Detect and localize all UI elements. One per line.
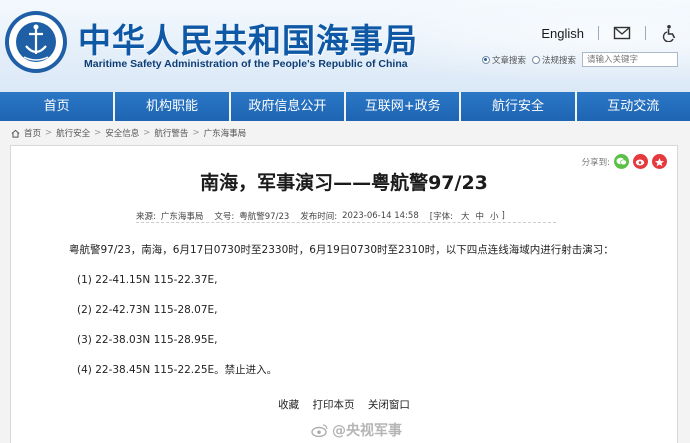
article-panel: 分享到: 南海，军事演习——粤航警97/23 来源: 广东海事局 文号: 粤航警…: [10, 145, 678, 443]
site-subtitle: Maritime Safety Administration of the Pe…: [84, 58, 408, 70]
time-label: 发布时间:: [300, 211, 338, 222]
chevron-right-icon: >: [143, 128, 151, 138]
chevron-right-icon: >: [45, 128, 53, 138]
radio-icon: [531, 55, 540, 64]
font-size-small[interactable]: 小: [490, 210, 499, 222]
wechat-icon[interactable]: [614, 154, 629, 169]
font-size-end: ]: [501, 210, 505, 221]
breadcrumb: 首页 > 航行安全 > 安全信息 > 航行警告 > 广东海事局: [11, 127, 246, 139]
nav-item-gov-info[interactable]: 政府信息公开: [231, 92, 346, 121]
radio-icon: [481, 55, 490, 64]
site-header: 中华人民共和国海事局 Maritime Safety Administratio…: [0, 0, 690, 92]
search-type-article[interactable]: 文章搜索: [481, 54, 526, 66]
source-value: 广东海事局: [160, 211, 204, 222]
mail-icon[interactable]: [613, 24, 631, 42]
nav-item-interaction[interactable]: 互动交流: [577, 92, 690, 121]
font-size-label: [字体:: [429, 211, 453, 222]
chevron-right-icon: >: [192, 128, 200, 138]
nav-item-functions[interactable]: 机构职能: [115, 92, 231, 121]
english-link[interactable]: English: [541, 26, 584, 41]
publish-time: 2023-06-14 14:58: [342, 210, 419, 221]
nav-item-navigation-safety[interactable]: 航行安全: [461, 92, 577, 121]
breadcrumb-navigation-safety[interactable]: 航行安全: [56, 127, 90, 139]
article-meta: 来源: 广东海事局 文号: 粤航警97/23 发布时间: 2023-06-14 …: [136, 209, 556, 223]
qq-zone-icon[interactable]: [652, 154, 667, 169]
share-label: 分享到:: [581, 157, 610, 168]
article-body: 粤航警97/23，南海，6月17日0730时至2330时，6月19日0730时至…: [69, 242, 659, 378]
print-link[interactable]: 打印本页: [313, 399, 355, 411]
docno-label: 文号:: [214, 211, 235, 222]
docno-value: 粤航警97/23: [239, 211, 290, 222]
search-bar: 文章搜索 法规搜索: [481, 52, 678, 67]
coordinate-point: (3) 22-38.03N 115-28.95E,: [77, 334, 218, 346]
close-window-link[interactable]: 关闭窗口: [368, 399, 410, 411]
divider: [598, 26, 599, 40]
weibo-icon: [311, 424, 328, 437]
article-intro: 粤航警97/23，南海，6月17日0730时至2330时，6月19日0730时至…: [69, 244, 614, 256]
breadcrumb-guangdong-msa[interactable]: 广东海事局: [204, 127, 247, 139]
article-title: 南海，军事演习——粤航警97/23: [200, 172, 488, 194]
font-size-medium[interactable]: 中: [475, 210, 484, 222]
header-tools: English: [541, 24, 678, 42]
msa-logo[interactable]: [4, 10, 68, 74]
search-input[interactable]: [582, 52, 678, 67]
font-size-large[interactable]: 大: [461, 210, 470, 222]
source-label: 来源:: [136, 211, 156, 222]
breadcrumb-safety-info[interactable]: 安全信息: [105, 127, 139, 139]
main-nav: 首页 机构职能 政府信息公开 互联网+政务 航行安全 互动交流: [0, 92, 690, 121]
coordinate-point: (1) 22-41.15N 115-22.37E,: [77, 274, 218, 286]
chevron-right-icon: >: [94, 128, 102, 138]
watermark-text: @央视军事: [332, 423, 402, 439]
nav-item-internet-services[interactable]: 互联网+政务: [346, 92, 462, 121]
coordinate-point: (2) 22-42.73N 115-28.07E,: [77, 304, 218, 316]
breadcrumb-nav-warnings[interactable]: 航行警告: [154, 127, 188, 139]
radio-label: 法规搜索: [541, 55, 576, 66]
radio-label: 文章搜索: [491, 55, 526, 66]
favorite-link[interactable]: 收藏: [278, 399, 299, 411]
home-icon: [11, 129, 20, 138]
coordinate-point: (4) 22-38.45N 115-22.25E。禁止进入。: [77, 364, 278, 376]
weibo-icon[interactable]: [633, 154, 648, 169]
breadcrumb-home[interactable]: 首页: [24, 127, 41, 139]
site-title: 中华人民共和国海事局: [78, 21, 418, 60]
share-bar: 分享到:: [582, 154, 667, 169]
nav-item-home[interactable]: 首页: [0, 92, 116, 121]
search-type-law[interactable]: 法规搜索: [531, 54, 576, 66]
accessibility-icon[interactable]: [660, 24, 678, 42]
watermark: @央视军事: [311, 420, 402, 440]
article-actions: 收藏 打印本页 关闭窗口: [11, 397, 677, 412]
divider: [645, 26, 646, 40]
